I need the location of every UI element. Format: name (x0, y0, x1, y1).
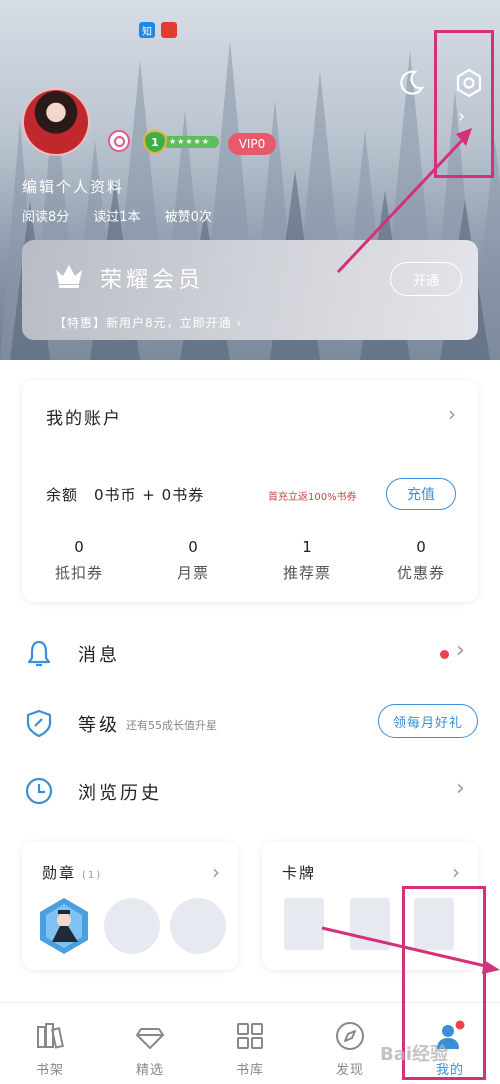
recharge-button[interactable]: 充值 (386, 478, 456, 510)
nav-featured[interactable]: 精选 (100, 1003, 200, 1084)
row-label: 等级 (78, 715, 120, 736)
monthly-gift-button[interactable]: 领每月好礼 (378, 704, 478, 738)
red-book-icon (161, 22, 177, 38)
recharge-note: 首充立返100%书券 (268, 492, 357, 503)
shield-icon (26, 709, 52, 738)
level-stars: ★★★★★ (163, 136, 219, 148)
badges-count: (1) (82, 870, 103, 881)
stat-books-read: 读过1本 (93, 210, 141, 225)
stat-monthly-ticket[interactable]: 0 月票 (136, 538, 250, 583)
balance-text: 余额 0书币 + 0书券 (46, 486, 205, 504)
stat-label: 月票 (176, 564, 209, 582)
stat-deduction-coupon[interactable]: 0 抵扣券 (22, 538, 136, 583)
stat-value: 0 (74, 538, 84, 556)
stat-label: 抵扣券 (54, 564, 103, 582)
account-title[interactable]: 我的账户 (46, 404, 122, 429)
bookshelf-icon (37, 1023, 64, 1049)
badges-title: 勋章 (42, 864, 77, 882)
member-title: 荣耀会员 (100, 268, 205, 293)
level-progress-text: 还有55成长值升星 (126, 719, 217, 732)
nav-label: 书架 (35, 1063, 64, 1078)
annotation-arrow-settings (336, 128, 472, 274)
edit-profile-link[interactable]: 编辑个人资料 (22, 176, 124, 197)
row-label: 浏览历史 (78, 783, 162, 804)
stat-value: 0 (188, 538, 198, 556)
vip-badge[interactable]: VIP0 (228, 133, 276, 155)
compass-icon (336, 1022, 364, 1050)
stat-value: 1 (302, 538, 312, 556)
search-badge-icon[interactable] (108, 130, 130, 152)
watermark: Bai经验 (380, 1044, 449, 1065)
nav-library[interactable]: 书库 (200, 1003, 300, 1084)
account-card: 我的账户 › 余额 0书币 + 0书券 首充立返100%书券 充值 0 抵扣券 … (22, 380, 478, 602)
chevron-right-icon[interactable]: › (448, 402, 456, 426)
stat-label: 推荐票 (282, 564, 331, 582)
account-stats: 0 抵扣券 0 月票 1 推荐票 0 优惠券 (22, 538, 478, 583)
avatar[interactable] (22, 88, 90, 156)
medal-icon[interactable] (34, 896, 94, 956)
stat-likes: 被赞0次 (164, 210, 212, 225)
badge-placeholder (104, 898, 160, 954)
nav-bookshelf[interactable]: 书架 (0, 1003, 100, 1084)
chevron-right-icon: › (456, 638, 465, 663)
reading-stats: 阅读8分 读过1本 被赞0次 (22, 206, 212, 225)
zhihu-badge: 知 (139, 22, 155, 38)
badges-panel[interactable]: 勋章 (1) › (22, 842, 238, 970)
chevron-right-icon[interactable]: › (212, 860, 220, 884)
member-promo[interactable]: 【特惠】新用户8元，立即开通 › (54, 314, 242, 331)
crown-icon (56, 265, 82, 288)
grid-icon (237, 1023, 263, 1049)
stat-label: 优惠券 (396, 564, 445, 582)
annotation-arrow-profile (321, 926, 500, 974)
stat-value: 0 (416, 538, 426, 556)
level-shield-icon: 1 (143, 130, 167, 154)
unread-dot (440, 650, 449, 659)
list-item-level[interactable]: 等级 还有55成长值升星 领每月好礼 (0, 694, 500, 754)
diamond-icon (136, 1028, 164, 1049)
stat-discount-coupon[interactable]: 0 优惠券 (364, 538, 478, 583)
chevron-right-icon: › (456, 776, 465, 801)
row-label: 消息 (78, 645, 120, 666)
top-badges: 知 (139, 22, 177, 38)
nav-label: 书库 (235, 1063, 264, 1078)
nav-label: 精选 (135, 1063, 164, 1078)
chevron-right-icon[interactable]: › (452, 860, 460, 884)
stat-reading-score: 阅读8分 (22, 210, 70, 225)
clock-icon (25, 777, 53, 805)
badge-placeholder (170, 898, 226, 954)
bell-icon (27, 640, 51, 667)
list-item-history[interactable]: 浏览历史 › (0, 762, 500, 822)
stat-recommend-ticket[interactable]: 1 推荐票 (250, 538, 364, 583)
panel-title: 勋章 (1) (42, 862, 102, 883)
list-item-messages[interactable]: 消息 › (0, 624, 500, 684)
level-badge[interactable]: ★★★★★ 1 (143, 130, 221, 154)
moon-icon[interactable] (396, 68, 426, 98)
cards-title: 卡牌 (282, 864, 317, 882)
